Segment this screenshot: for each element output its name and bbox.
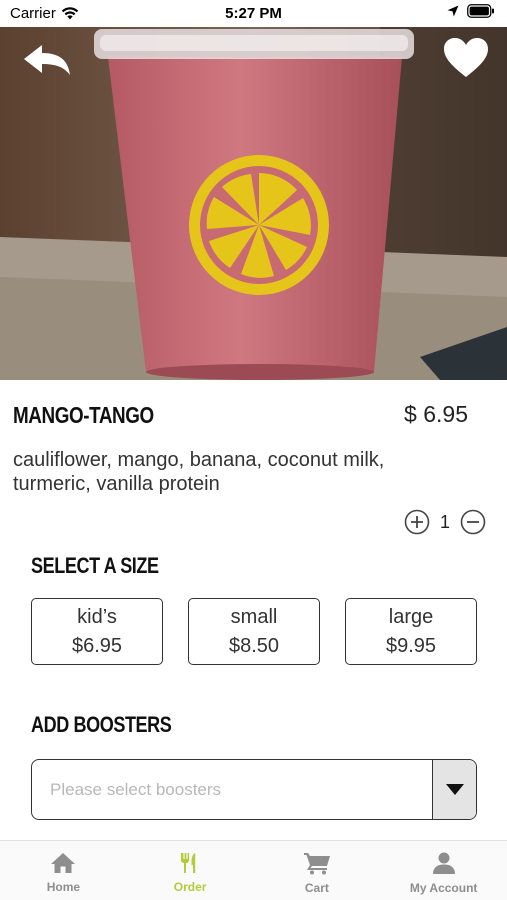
size-option-price: $9.95: [385, 635, 437, 657]
size-option-small[interactable]: small $8.50: [188, 598, 320, 665]
quantity-stepper: 1: [404, 509, 486, 535]
cart-icon: [303, 853, 330, 875]
size-option-kids[interactable]: kid’s $6.95: [31, 598, 163, 665]
caret-down-icon: [445, 784, 464, 795]
smoothie-illustration: [0, 27, 507, 380]
tab-cart-label: Cart: [304, 881, 329, 895]
boosters-select[interactable]: Please select boosters: [31, 759, 477, 820]
tab-cart[interactable]: Cart: [254, 841, 381, 900]
back-button[interactable]: [22, 43, 74, 79]
status-bar: Carrier 5:27 PM: [0, 0, 507, 27]
back-arrow-icon: [24, 45, 70, 75]
favorite-button[interactable]: [443, 37, 489, 79]
tab-home-label: Home: [46, 880, 81, 894]
increment-button[interactable]: [404, 509, 430, 535]
product-description: cauliflower, mango, banana, coconut milk…: [13, 449, 385, 495]
product-price: $ 6.95: [404, 401, 468, 427]
product-name: MANGO-TANGO: [13, 402, 154, 428]
tab-account-label: My Account: [409, 881, 478, 895]
size-option-large[interactable]: large $9.95: [345, 598, 477, 665]
user-icon: [432, 852, 455, 874]
boosters-placeholder: Please select boosters: [50, 780, 222, 799]
size-option-price: $6.95: [71, 635, 123, 657]
size-option-price: $8.50: [228, 635, 280, 657]
tab-home[interactable]: Home: [0, 841, 127, 900]
status-time: 5:27 PM: [225, 5, 282, 22]
home-icon: [51, 853, 76, 873]
location-arrow-icon: [447, 5, 459, 17]
decrement-button[interactable]: [460, 509, 486, 535]
heart-icon: [444, 38, 488, 77]
fork-knife-icon: [181, 853, 196, 873]
size-option-label: kid’s: [77, 606, 117, 628]
status-right: [447, 4, 495, 18]
boosters-dropdown-button[interactable]: [432, 760, 476, 819]
tab-bar: Home Order Cart My Account: [0, 840, 507, 900]
tab-account[interactable]: My Account: [380, 841, 507, 900]
tab-order[interactable]: Order: [127, 841, 254, 900]
quantity-value: 1: [439, 511, 450, 532]
size-option-label: large: [388, 606, 434, 628]
boosters-section-title: ADD BOOSTERS: [31, 712, 172, 737]
tab-order-label: Order: [173, 880, 207, 894]
size-section-title: SELECT A SIZE: [31, 553, 159, 578]
battery-icon: [467, 4, 494, 18]
size-option-label: small: [230, 606, 278, 628]
product-image: [0, 27, 507, 380]
